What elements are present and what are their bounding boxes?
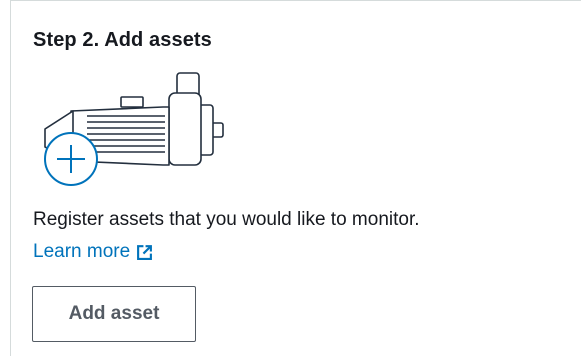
learn-more-label: Learn more [33, 241, 131, 262]
add-asset-button[interactable]: Add asset [32, 286, 196, 342]
motor-with-plus-icon [44, 72, 224, 186]
card-description: Register assets that you would like to m… [33, 209, 420, 230]
learn-more-link[interactable]: Learn more [33, 241, 153, 263]
plus-circle-icon [44, 132, 98, 186]
card-title: Step 2. Add assets [33, 29, 212, 51]
add-assets-card: Step 2. Add assets Register assets that … [10, 0, 581, 356]
external-link-icon [137, 244, 153, 260]
